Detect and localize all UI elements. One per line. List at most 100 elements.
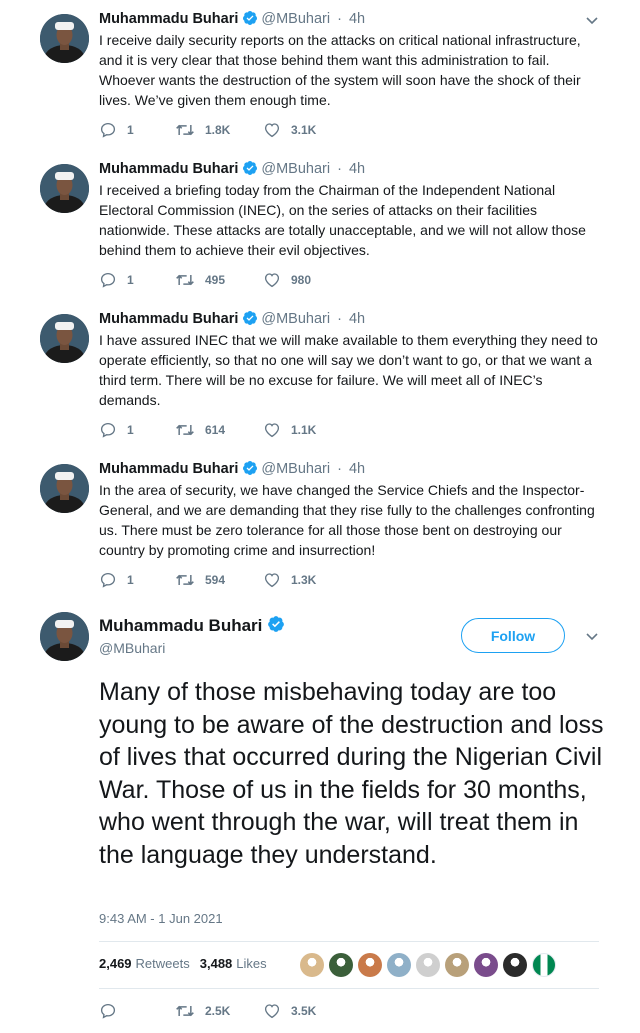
- reply-count: 1: [127, 273, 134, 287]
- reply-icon: [100, 1003, 116, 1019]
- tweet-text: In the area of security, we have changed…: [99, 482, 595, 558]
- retweet-button[interactable]: 594: [175, 571, 263, 589]
- verified-badge-icon: [242, 10, 258, 32]
- like-button[interactable]: 1.1K: [263, 421, 316, 439]
- like-count: 1.1K: [291, 423, 317, 437]
- like-count: 3.5K: [291, 1004, 317, 1018]
- reply-count: 1: [127, 573, 134, 587]
- liker-avatar[interactable]: [300, 953, 324, 977]
- retweet-button[interactable]: 1.8K: [175, 121, 263, 139]
- divider: [99, 941, 599, 942]
- retweet-button[interactable]: 495: [175, 271, 263, 289]
- author-name[interactable]: Muhammadu Buhari: [99, 11, 238, 27]
- verified-badge-icon: [242, 310, 258, 332]
- tweet-header: Muhammadu Buhari @MBuhari · 4h: [99, 159, 365, 182]
- likes-count: 3,488: [199, 956, 233, 971]
- like-button[interactable]: 1.3K: [263, 571, 316, 589]
- main-tweet-text: Many of those misbehaving today are too …: [99, 678, 604, 869]
- liker-avatar[interactable]: [387, 953, 411, 977]
- author-name[interactable]: Muhammadu Buhari: [99, 616, 262, 635]
- avatar[interactable]: [40, 464, 89, 513]
- like-count: 1.3K: [291, 573, 317, 587]
- like-count: 980: [291, 273, 312, 287]
- avatar[interactable]: [40, 314, 89, 363]
- heart-icon: [264, 123, 280, 138]
- liker-avatar[interactable]: [329, 953, 353, 977]
- separator-dot: ·: [333, 161, 346, 177]
- chevron-down-icon[interactable]: [584, 628, 600, 644]
- retweets-stat[interactable]: 2,469 Retweets: [99, 956, 190, 971]
- retweet-count: 614: [205, 423, 226, 437]
- verified-badge-icon: [242, 460, 258, 482]
- author-handle[interactable]: @MBuhari: [261, 311, 330, 327]
- reply-button[interactable]: 1: [99, 121, 175, 139]
- tweet-text: I received a briefing today from the Cha…: [99, 182, 586, 258]
- liker-avatar[interactable]: [532, 953, 556, 977]
- liker-avatar[interactable]: [474, 953, 498, 977]
- tweet-timestamp[interactable]: 9:43 AM - 1 Jun 2021: [99, 911, 223, 926]
- author-handle[interactable]: @MBuhari: [261, 161, 330, 177]
- author-handle[interactable]: @MBuhari: [261, 11, 330, 27]
- retweet-icon: [176, 124, 194, 136]
- retweets-label: Retweets: [135, 956, 190, 971]
- separator-dot: ·: [333, 311, 346, 327]
- reply-icon: [100, 572, 116, 588]
- reply-button[interactable]: [99, 1002, 175, 1020]
- likes-label: Likes: [236, 956, 267, 971]
- avatar[interactable]: [40, 14, 89, 63]
- tweet-actions: 1 614 1.1K: [99, 421, 316, 439]
- retweet-count: 1.8K: [205, 123, 231, 137]
- engagement-stats: 2,469 Retweets 3,488 Likes: [99, 956, 277, 971]
- tweet-text: I have assured INEC that we will make av…: [99, 332, 598, 408]
- like-button[interactable]: 3.5K: [263, 1002, 316, 1020]
- reply-icon: [100, 272, 116, 288]
- author-name-row: Muhammadu Buhari: [99, 615, 285, 638]
- author-name[interactable]: Muhammadu Buhari: [99, 461, 238, 477]
- retweet-icon: [176, 424, 194, 436]
- retweet-count: 2.5K: [205, 1004, 231, 1018]
- likes-stat[interactable]: 3,488 Likes: [200, 956, 267, 971]
- retweets-count: 2,469: [99, 956, 132, 971]
- heart-icon: [264, 573, 280, 588]
- avatar[interactable]: [40, 612, 89, 661]
- reply-count: 1: [127, 423, 134, 437]
- author-name[interactable]: Muhammadu Buhari: [99, 311, 238, 327]
- tweet-time[interactable]: 4h: [349, 11, 365, 27]
- tweet-time[interactable]: 4h: [349, 461, 365, 477]
- heart-icon: [264, 1004, 280, 1019]
- liker-avatar[interactable]: [445, 953, 469, 977]
- retweet-count: 594: [205, 573, 226, 587]
- tweet-time[interactable]: 4h: [349, 311, 365, 327]
- tweet-actions: 2.5K 3.5K: [99, 1002, 316, 1020]
- heart-icon: [264, 273, 280, 288]
- retweet-button[interactable]: 614: [175, 421, 263, 439]
- reply-icon: [100, 122, 116, 138]
- reply-button[interactable]: 1: [99, 271, 175, 289]
- author-handle[interactable]: @MBuhari: [261, 461, 330, 477]
- liker-avatar[interactable]: [358, 953, 382, 977]
- follow-button[interactable]: Follow: [461, 618, 565, 653]
- avatar[interactable]: [40, 164, 89, 213]
- verified-badge-icon: [242, 160, 258, 182]
- retweet-icon: [176, 1005, 194, 1017]
- author-handle[interactable]: @MBuhari: [99, 640, 165, 656]
- retweet-count: 495: [205, 273, 226, 287]
- liker-avatar[interactable]: [503, 953, 527, 977]
- like-button[interactable]: 980: [263, 271, 311, 289]
- retweet-button[interactable]: 2.5K: [175, 1002, 263, 1020]
- separator-dot: ·: [333, 11, 346, 27]
- tweet-time[interactable]: 4h: [349, 161, 365, 177]
- retweet-icon: [176, 574, 194, 586]
- reply-button[interactable]: 1: [99, 421, 175, 439]
- tweet-header: Muhammadu Buhari @MBuhari · 4h: [99, 309, 365, 332]
- chevron-down-icon[interactable]: [584, 12, 600, 28]
- tweet-actions: 1 594 1.3K: [99, 571, 316, 589]
- liker-avatar[interactable]: [416, 953, 440, 977]
- like-count: 3.1K: [291, 123, 317, 137]
- author-name[interactable]: Muhammadu Buhari: [99, 161, 238, 177]
- like-button[interactable]: 3.1K: [263, 121, 316, 139]
- retweet-icon: [176, 274, 194, 286]
- separator-dot: ·: [333, 461, 346, 477]
- reply-button[interactable]: 1: [99, 571, 175, 589]
- tweet-actions: 1 495 980: [99, 271, 311, 289]
